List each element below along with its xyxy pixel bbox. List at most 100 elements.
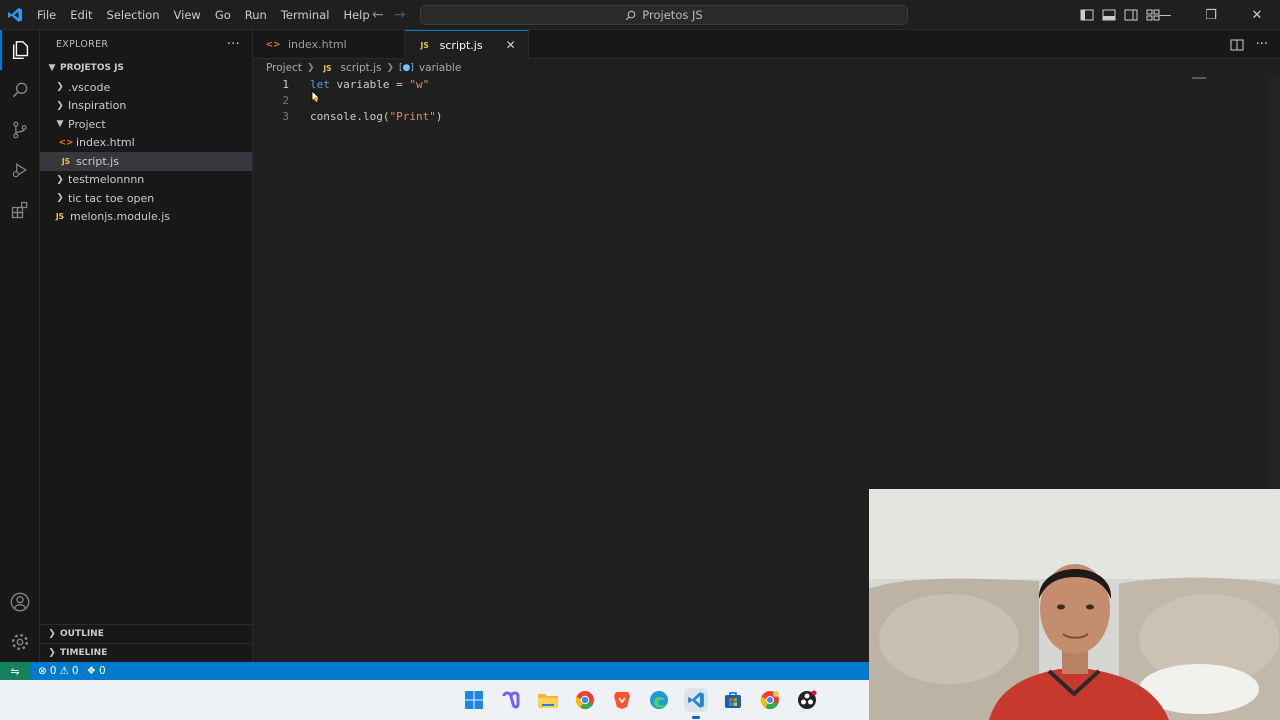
problems-status[interactable]: ⊗ 0 ⚠ 0 (38, 665, 79, 677)
menu-selection[interactable]: Selection (100, 0, 167, 30)
forward-arrow-icon[interactable]: → (394, 7, 406, 23)
more-actions-icon[interactable]: ··· (1256, 37, 1268, 52)
obs-studio-icon[interactable] (795, 688, 819, 712)
brave-browser-icon[interactable] (610, 688, 634, 712)
menu-bar: File Edit Selection View Go Run Terminal… (30, 0, 377, 30)
tree-item-label: .vscode (68, 80, 111, 94)
menu-view[interactable]: View (167, 0, 208, 30)
close-icon[interactable]: ✕ (506, 38, 516, 52)
code-line: 2 (253, 92, 1198, 108)
activity-bar (0, 30, 40, 662)
toggle-panel-icon[interactable] (1102, 8, 1116, 22)
extensions-icon[interactable] (0, 190, 40, 230)
minimize-icon[interactable]: — (1142, 0, 1188, 30)
menu-edit[interactable]: Edit (63, 0, 99, 30)
menu-help[interactable]: Help (336, 0, 376, 30)
chevron-right-icon: ❯ (56, 82, 64, 93)
close-window-icon[interactable]: ✕ (1234, 0, 1280, 30)
copilot-app-icon[interactable] (499, 688, 523, 712)
breadcrumb-file[interactable]: script.js (340, 62, 381, 74)
code-editor[interactable]: 1 let variable = "w" 2 3 console.log("Pr… (253, 76, 1198, 124)
store-icon[interactable] (721, 688, 745, 712)
chevron-right-icon: ❯ (386, 63, 395, 73)
more-actions-icon[interactable]: ··· (227, 37, 240, 52)
accounts-icon[interactable] (0, 582, 40, 622)
timeline-label: TIMELINE (60, 648, 108, 658)
breadcrumb-symbol[interactable]: variable (419, 62, 461, 74)
tree-file-index-html[interactable]: <> index.html (40, 134, 252, 153)
chevron-down-icon: ▼ (48, 63, 56, 73)
tree-folder-inspiration[interactable]: ❯ Inspiration (40, 97, 252, 116)
tab-label: script.js (439, 38, 483, 52)
code-paren: ) (435, 109, 443, 123)
outline-section-header[interactable]: ❯ OUTLINE (40, 624, 252, 643)
windows-start-icon[interactable] (462, 688, 486, 712)
run-debug-icon[interactable] (0, 150, 40, 190)
chevron-right-icon: ❯ (306, 63, 315, 73)
tab-script-js[interactable]: JS script.js ✕ (404, 30, 529, 59)
code-string: "Print" (389, 109, 436, 123)
webcam-image (869, 489, 1280, 720)
code-plain: variable = (329, 77, 410, 91)
js-file-icon: JS (420, 40, 429, 50)
html-file-icon: <> (265, 39, 281, 50)
chevron-right-icon: ❯ (48, 648, 56, 658)
menu-go[interactable]: Go (208, 0, 238, 30)
menu-terminal[interactable]: Terminal (274, 0, 337, 30)
tree-item-label: tic tac toe open (68, 191, 155, 205)
tree-item-label: Inspiration (68, 99, 127, 113)
error-count: 0 (49, 665, 57, 677)
mouse-cursor-icon (311, 90, 321, 107)
timeline-section-header[interactable]: ❯ TIMELINE (40, 643, 252, 662)
menu-run[interactable]: Run (238, 0, 274, 30)
code-text: let variable = "w" (293, 78, 429, 91)
chrome-profile-icon[interactable] (758, 688, 782, 712)
webcam-overlay (869, 489, 1280, 720)
restore-icon[interactable]: ❐ (1188, 0, 1234, 30)
edge-browser-icon[interactable] (647, 688, 671, 712)
workspace-section-header[interactable]: ▼ PROJETOS JS (40, 58, 252, 78)
split-editor-icon[interactable] (1230, 38, 1244, 52)
search-icon[interactable] (0, 70, 40, 110)
code-function: console.log (310, 109, 383, 123)
vscode-taskbar-icon[interactable] (683, 688, 708, 719)
code-line: 3 console.log("Print") (253, 108, 1198, 124)
warning-icon: ⚠ (59, 665, 69, 677)
toggle-primary-sidebar-icon[interactable] (1080, 8, 1094, 22)
tree-folder-vscode[interactable]: ❯ .vscode (40, 78, 252, 97)
minimap[interactable] (1192, 77, 1206, 79)
breadcrumb: Project ❯ JS script.js ❯ [●] variable (266, 60, 461, 76)
chevron-right-icon: ❯ (56, 174, 64, 185)
chevron-down-icon: ▼ (56, 119, 64, 130)
back-arrow-icon[interactable]: ← (372, 7, 384, 23)
tree-file-script-js[interactable]: JS script.js (40, 152, 252, 171)
explorer-sidebar: EXPLORER ··· ▼ PROJETOS JS ❯ .vscode ❯ I… (40, 30, 253, 662)
ports-status[interactable]: ❖ 0 (87, 665, 106, 677)
explorer-title: EXPLORER (56, 38, 109, 50)
code-string: "w" (409, 77, 430, 91)
breadcrumb-folder[interactable]: Project (266, 62, 302, 74)
editor-actions: ··· (1230, 30, 1268, 59)
tree-folder-tic-tac-toe-open[interactable]: ❯ tic tac toe open (40, 189, 252, 208)
remote-indicator-icon[interactable]: ⇋ (0, 662, 30, 680)
tree-folder-project[interactable]: ▼ Project (40, 115, 252, 134)
chrome-icon[interactable] (573, 688, 597, 712)
tab-index-html[interactable]: <> index.html (253, 30, 405, 59)
tab-label: index.html (288, 38, 347, 51)
explorer-icon[interactable] (0, 30, 40, 70)
toggle-secondary-sidebar-icon[interactable] (1124, 8, 1138, 22)
command-center-search[interactable]: Projetos JS (420, 5, 908, 25)
tree-folder-testmelonnnn[interactable]: ❯ testmelonnnn (40, 171, 252, 190)
gear-icon[interactable] (0, 622, 40, 662)
warning-count: 0 (71, 665, 79, 677)
title-bar: File Edit Selection View Go Run Terminal… (0, 0, 1280, 30)
tree-file-melonjs-module[interactable]: JS melonjs.module.js (40, 208, 252, 227)
code-line: 1 let variable = "w" (253, 76, 1198, 92)
source-control-icon[interactable] (0, 110, 40, 150)
menu-file[interactable]: File (30, 0, 63, 30)
file-explorer-icon[interactable] (536, 688, 560, 712)
line-number: 3 (282, 109, 289, 123)
search-icon (626, 10, 636, 20)
error-icon: ⊗ (38, 665, 47, 677)
tree-item-label: index.html (76, 136, 135, 150)
